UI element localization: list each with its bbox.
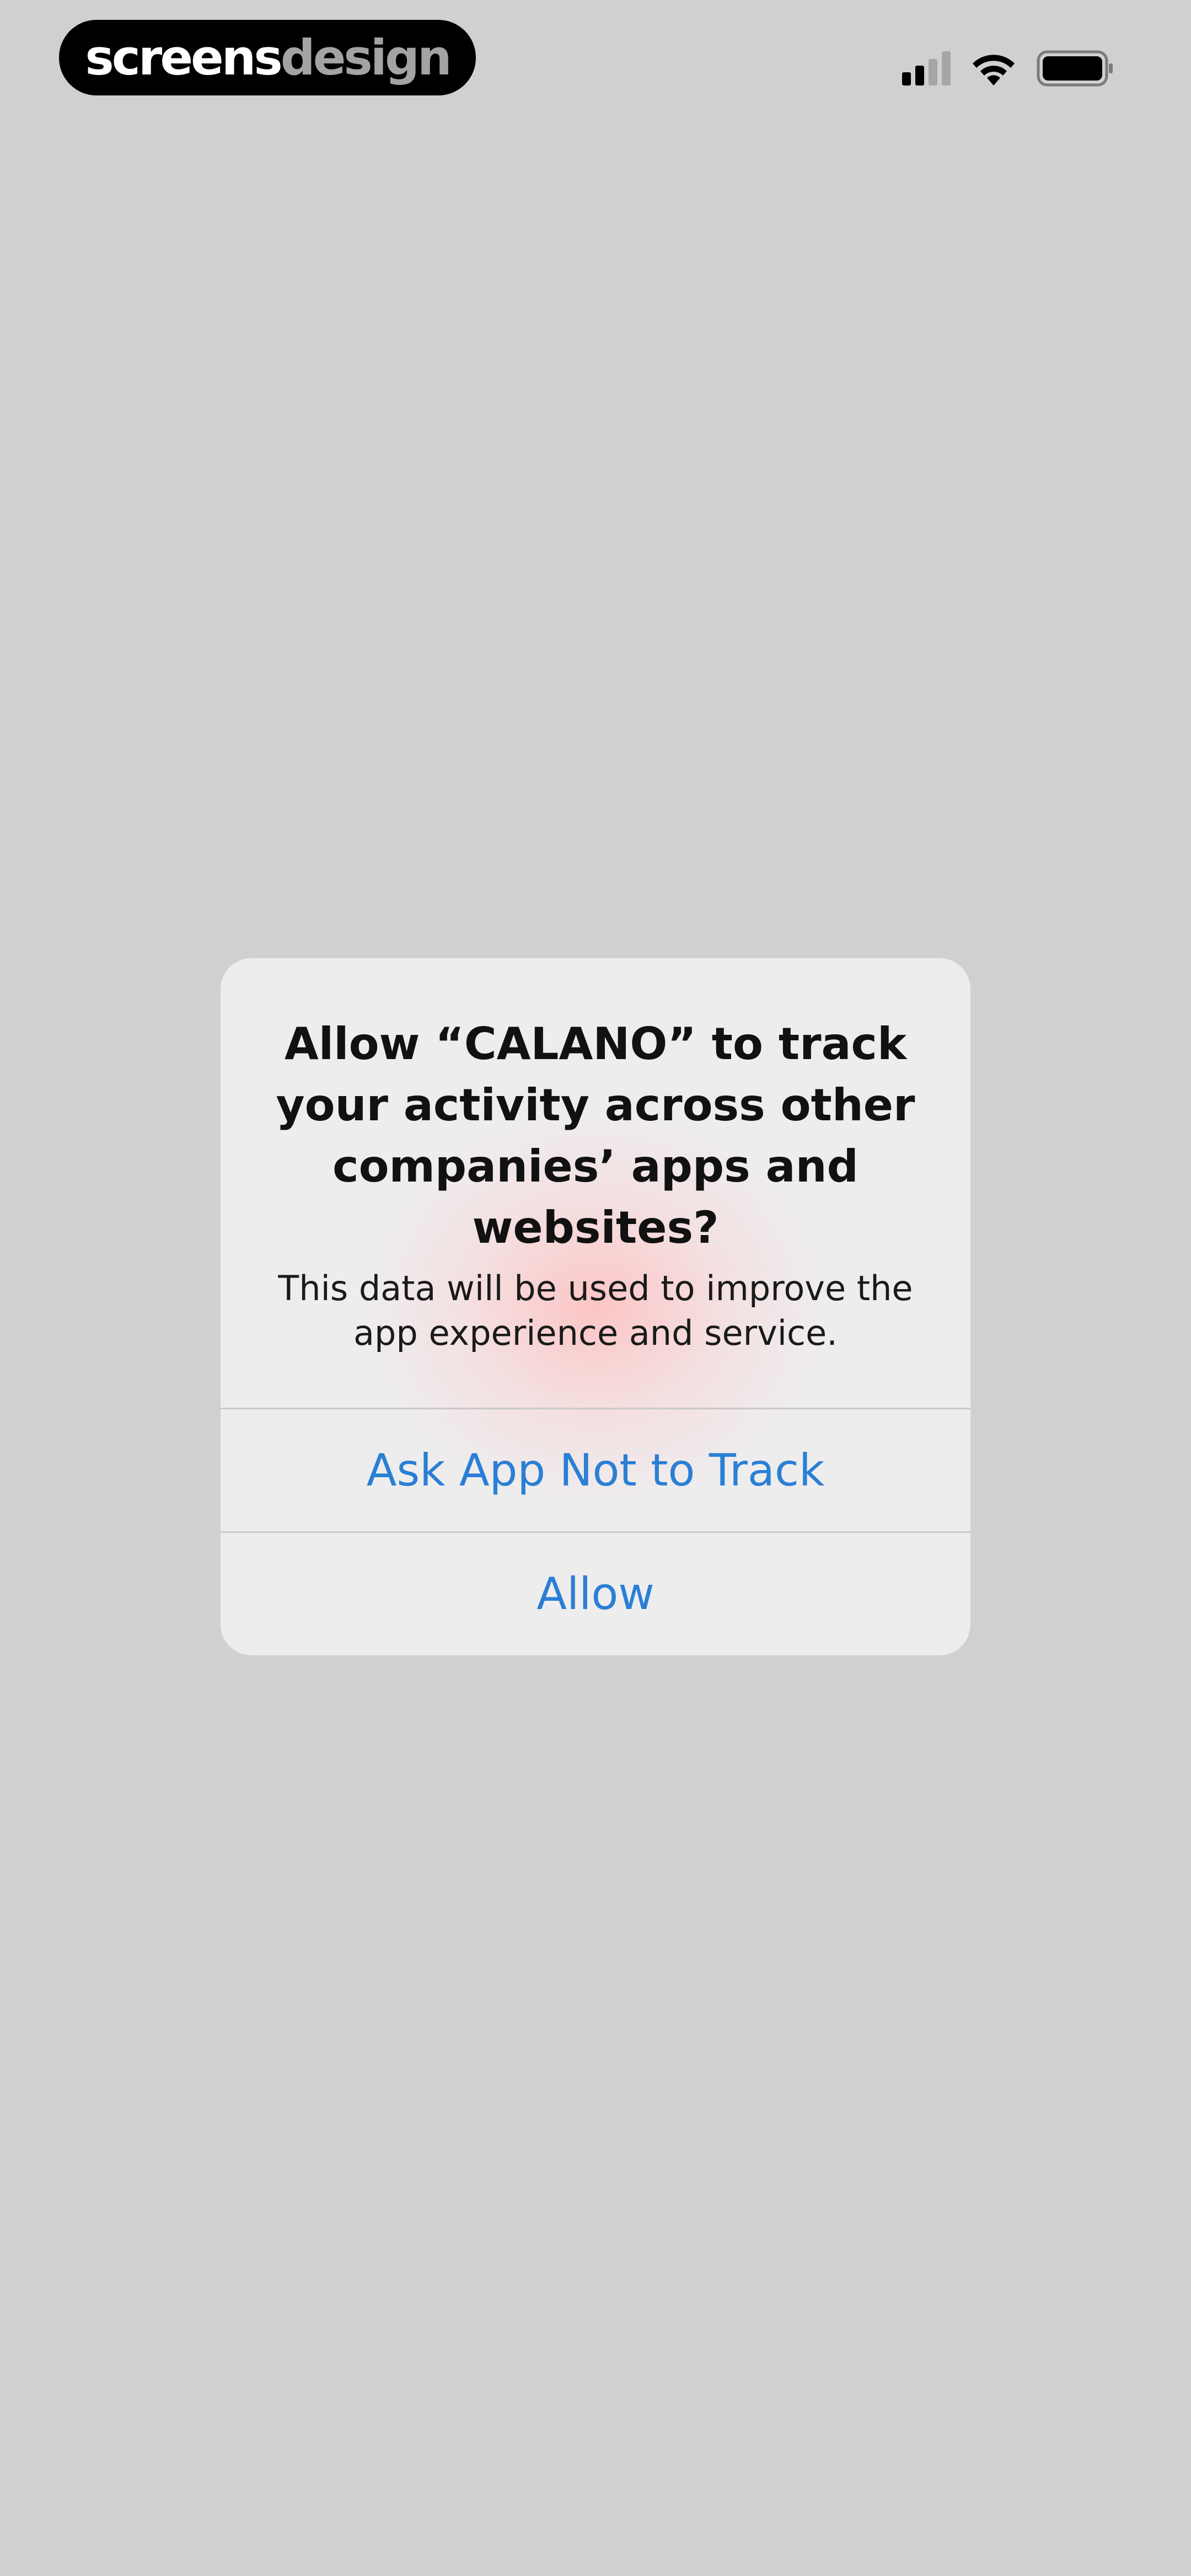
alert-message: This data will be used to improve the ap… <box>278 1268 913 1353</box>
status-icons <box>902 44 1114 93</box>
logo-text-design: design <box>280 29 452 86</box>
screen: screens design Allow “CALANO” to track y… <box>0 0 1191 2576</box>
cellular-signal-icon <box>902 51 951 85</box>
alert-title: Allow “CALANO” to track your activity ac… <box>276 1018 915 1253</box>
alert-body: Allow “CALANO” to track your activity ac… <box>221 958 970 1408</box>
battery-icon <box>1037 50 1114 87</box>
screensdesign-logo: screens design <box>59 20 476 95</box>
allow-button[interactable]: Allow <box>221 1531 970 1655</box>
ask-not-to-track-button[interactable]: Ask App Not to Track <box>221 1408 970 1531</box>
logo-text-screens: screens <box>85 29 282 86</box>
tracking-permission-alert: Allow “CALANO” to track your activity ac… <box>221 958 970 1655</box>
wifi-icon <box>969 50 1018 87</box>
